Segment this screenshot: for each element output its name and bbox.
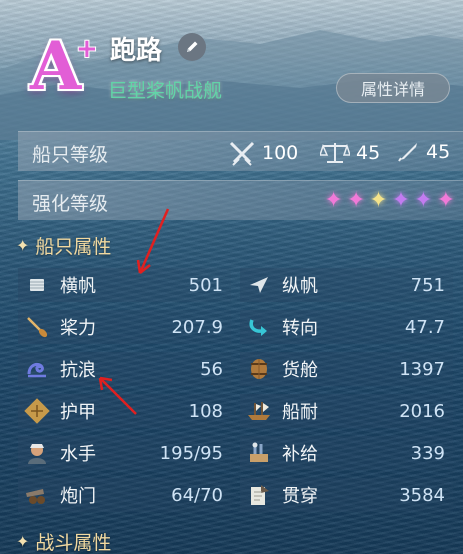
enhance-star-icon: ✦ [391,188,411,213]
oar-icon [22,312,52,342]
ship-level-label: 船只等级 [32,144,109,166]
attack-level-value: 100 [262,142,299,164]
stat-name: 船耐 [282,402,318,423]
ship-grade: A [30,27,82,105]
stat-row: 补给 339 [240,436,453,470]
supply-icon [244,438,274,468]
stat-row: 水手 195/95 [18,436,231,470]
stat-name: 抗浪 [60,360,96,381]
ship-grade-plus: + [76,34,98,64]
enhance-stars: ✦ ✦ ✦ ✦ ✦ ✦ [324,188,455,214]
sailor-icon [22,438,52,468]
lateen-sail-icon [244,270,274,300]
stat-value: 207.9 [171,316,223,338]
stat-value: 56 [200,358,223,380]
cannon-icon [22,480,52,510]
ship-attributes-header: ✦ 船只属性 [16,232,111,259]
quill-icon [398,143,417,162]
stat-value: 501 [188,274,223,296]
stat-value: 2016 [399,400,445,422]
stat-value: 751 [410,274,445,296]
crossed-swords-icon [229,141,255,166]
square-sail-icon [22,270,52,300]
wave-icon [22,354,52,384]
attribute-details-button[interactable]: 属性详情 [336,73,450,103]
stat-row: 护甲 108 [18,394,231,428]
stat-name: 补给 [282,444,318,465]
enhance-star-icon: ✦ [436,188,455,213]
stat-name: 水手 [60,444,96,465]
scale-icon [320,143,350,163]
combat-attributes-header: ✦ 战斗属性 [16,528,111,554]
stat-row: 桨力 207.9 [18,310,231,344]
stat-name: 炮门 [60,486,96,507]
rename-button[interactable] [178,33,206,61]
repair-level-value: 45 [426,141,451,163]
ship-durability-icon [244,396,274,426]
stat-name: 纵帆 [282,276,318,297]
ship-level-bar: 船只等级 100 45 45 [18,131,463,171]
stat-value: 195/95 [159,442,223,464]
barrel-icon [244,354,274,384]
stat-name: 货舱 [282,360,318,381]
enhance-level-bar: 强化等级 ✦ ✦ ✦ ✦ ✦ ✦ [18,180,463,220]
stat-row: 贯穿 3584 [240,478,453,512]
stat-value: 47.7 [404,316,445,338]
enhance-star-icon: ✦ [346,188,366,213]
stat-value: 339 [410,442,445,464]
stat-name: 转向 [282,318,318,339]
balance-level-value: 45 [356,142,381,164]
ship-name: 跑路 [110,36,163,66]
stat-name: 横帆 [60,276,96,297]
stat-row: 纵帆 751 [240,268,453,302]
combat-attributes-title: 战斗属性 [35,532,112,554]
stat-row: 抗浪 56 [18,352,231,386]
stat-name: 贯穿 [282,486,318,507]
stat-row: 船耐 2016 [240,394,453,428]
section-marker-icon: ✦ [16,236,30,255]
enhance-star-icon: ✦ [369,188,388,213]
stat-row: 横帆 501 [18,268,231,302]
ship-attributes-title: 船只属性 [35,236,112,258]
enhance-level-label: 强化等级 [32,193,109,215]
enhance-star-icon: ✦ [414,188,433,213]
stat-name: 护甲 [60,402,96,423]
repair-level: 45 [396,140,450,164]
stat-row: 炮门 64/70 [18,478,231,512]
attack-level: 100 [228,140,298,166]
stat-row: 货舱 1397 [240,352,453,386]
balance-level: 45 [320,140,380,166]
section-marker-icon: ✦ [16,532,30,551]
stat-value: 64/70 [171,484,223,506]
stat-value: 108 [188,400,223,422]
stat-name: 桨力 [60,318,96,339]
stat-row: 转向 47.7 [240,310,453,344]
armor-icon [22,396,52,426]
penetration-icon [244,480,274,510]
pencil-icon [187,41,198,52]
turn-arrow-icon [244,312,274,342]
stat-value: 3584 [399,484,445,506]
ship-type: 巨型桨帆战舰 [108,80,223,102]
stat-value: 1397 [399,358,445,380]
enhance-star-icon: ✦ [324,188,343,213]
